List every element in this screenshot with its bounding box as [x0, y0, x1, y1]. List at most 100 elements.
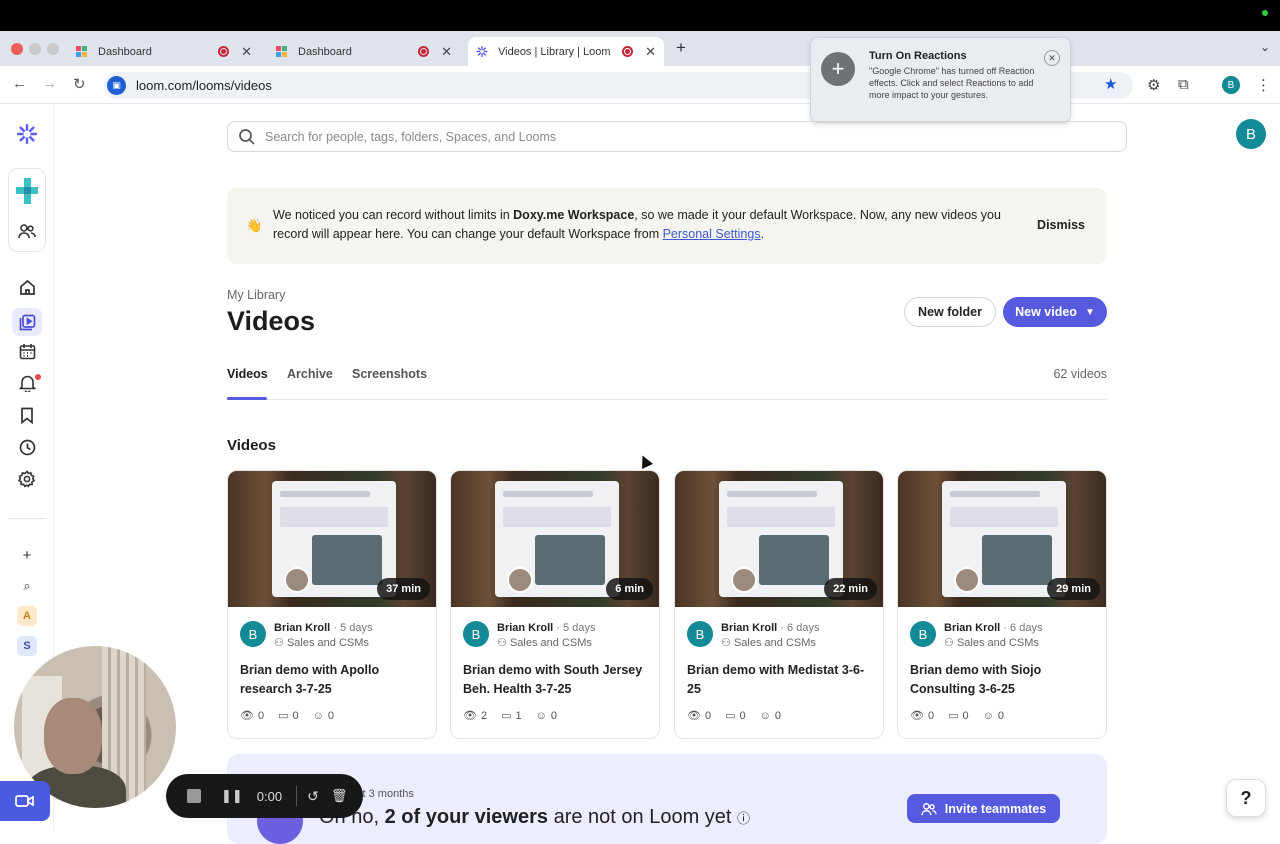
- author-avatar[interactable]: B: [910, 621, 936, 647]
- new-tab-button[interactable]: +: [676, 38, 686, 58]
- site-info-icon[interactable]: ▣: [107, 76, 126, 95]
- video-count: 62 videos: [1053, 367, 1107, 381]
- window-zoom-button[interactable]: [47, 43, 59, 55]
- space-label[interactable]: ⚇ Sales and CSMs: [274, 636, 369, 649]
- info-icon[interactable]: ⓘ: [737, 811, 750, 826]
- author-avatar[interactable]: B: [687, 621, 713, 647]
- section-heading: Videos: [227, 437, 276, 454]
- browser-tab-2[interactable]: Dashboard ✕: [268, 37, 460, 66]
- sidebar-divider: [8, 518, 46, 519]
- smiley-icon: ☺: [535, 709, 547, 722]
- space-label[interactable]: ⚇ Sales and CSMs: [497, 636, 592, 649]
- user-avatar[interactable]: B: [1236, 119, 1266, 149]
- promo-timeframe: st 3 months: [357, 788, 414, 800]
- tab-close-icon[interactable]: ✕: [441, 44, 452, 60]
- recording-indicator-icon: [418, 46, 430, 57]
- browser-profile-avatar[interactable]: B: [1222, 76, 1240, 94]
- video-title[interactable]: Brian demo with Medistat 3-6-25: [687, 661, 873, 699]
- window-close-button[interactable]: [11, 43, 23, 55]
- author-name[interactable]: Brian Kroll: [274, 622, 330, 634]
- space-label[interactable]: ⚇ Sales and CSMs: [944, 636, 1039, 649]
- bookmark-icon[interactable]: [16, 404, 38, 426]
- video-card[interactable]: 29 min B Brian Kroll · 6 days ⚇ Sales and C…: [897, 470, 1107, 739]
- search-spaces-icon[interactable]: ⌕: [16, 575, 38, 597]
- members-icon[interactable]: [16, 220, 38, 242]
- delete-recording-icon[interactable]: 🗑: [331, 788, 348, 804]
- system-menubar: [0, 0, 1280, 31]
- browser-menu-icon[interactable]: ⋮: [1256, 76, 1271, 94]
- restart-recording-icon[interactable]: ↺: [307, 788, 319, 805]
- video-title[interactable]: Brian demo with Apollo research 3-7-25: [240, 661, 426, 699]
- extension-gear-icon[interactable]: ⚙: [1147, 76, 1160, 94]
- video-stats: 👁 0 ▭ 0 ☺ 0: [240, 709, 334, 723]
- video-card[interactable]: 37 min B Brian Kroll · 5 days ⚇ Sales and C…: [227, 470, 437, 739]
- comment-icon: ▭: [725, 710, 736, 722]
- home-icon[interactable]: [16, 276, 38, 298]
- author-avatar[interactable]: B: [463, 621, 489, 647]
- video-title[interactable]: Brian demo with Siojo Consulting 3-6-25: [910, 661, 1096, 699]
- browser-tab-1[interactable]: Dashboard ✕: [68, 37, 260, 66]
- tab-screenshots[interactable]: Screenshots: [352, 367, 427, 381]
- history-clock-icon[interactable]: [16, 436, 38, 458]
- tab-search-chevron-icon[interactable]: ⌄: [1260, 40, 1270, 54]
- eye-icon: 👁: [240, 710, 254, 722]
- video-card[interactable]: 22 min B Brian Kroll · 6 days ⚇ Sales and C…: [674, 470, 884, 739]
- invite-teammates-button[interactable]: Invite teammates: [907, 794, 1060, 823]
- space-s-avatar[interactable]: S: [17, 636, 37, 656]
- author-avatar[interactable]: B: [240, 621, 266, 647]
- loom-logo-icon[interactable]: [16, 123, 38, 145]
- people-icon: ⚇: [497, 637, 507, 649]
- reactions-stat: ☺ 0: [312, 709, 334, 722]
- reactions-stat: ☺ 0: [982, 709, 1004, 722]
- library-search[interactable]: Search for people, tags, folders, Spaces…: [227, 121, 1127, 152]
- video-title[interactable]: Brian demo with South Jersey Beh. Health…: [463, 661, 649, 699]
- stop-recording-button[interactable]: [187, 789, 201, 803]
- tab-close-icon[interactable]: ✕: [645, 44, 656, 60]
- author-line: Brian Kroll · 5 days: [497, 622, 596, 634]
- video-thumbnail[interactable]: 29 min: [898, 471, 1106, 607]
- personal-settings-link[interactable]: Personal Settings: [663, 227, 761, 241]
- back-arrow-icon[interactable]: ←: [12, 75, 27, 92]
- video-thumbnail[interactable]: 22 min: [675, 471, 883, 607]
- new-folder-button[interactable]: New folder: [904, 297, 996, 327]
- author-name[interactable]: Brian Kroll: [497, 622, 553, 634]
- video-card[interactable]: 6 min B Brian Kroll · 5 days ⚇ Sales and CS…: [450, 470, 660, 739]
- author-name[interactable]: Brian Kroll: [944, 622, 1000, 634]
- views-stat: 👁 0: [240, 709, 265, 723]
- dismiss-button[interactable]: Dismiss: [1037, 218, 1085, 232]
- video-thumbnail[interactable]: 37 min: [228, 471, 436, 607]
- duration-badge: 6 min: [606, 578, 653, 600]
- window-minimize-button[interactable]: [29, 43, 41, 55]
- video-thumbnail[interactable]: 6 min: [451, 471, 659, 607]
- author-name[interactable]: Brian Kroll: [721, 622, 777, 634]
- bookmark-star-icon[interactable]: ★: [1104, 75, 1117, 93]
- notification-close-button[interactable]: ✕: [1044, 50, 1060, 66]
- banner-message: We noticed you can record without limits…: [273, 208, 1001, 241]
- library-icon[interactable]: [12, 308, 42, 336]
- forward-arrow-icon[interactable]: →: [42, 75, 57, 92]
- duration-badge: 22 min: [824, 578, 877, 600]
- library-tabs: Videos Archive Screenshots 62 videos: [227, 366, 1107, 400]
- space-label[interactable]: ⚇ Sales and CSMs: [721, 636, 816, 649]
- camera-toggle-button[interactable]: [0, 781, 50, 821]
- people-icon: [921, 802, 937, 815]
- space-a-avatar[interactable]: A: [17, 606, 37, 626]
- video-age: 6 days: [787, 622, 820, 634]
- pause-recording-button[interactable]: ❚❚: [221, 788, 243, 804]
- active-tab-indicator: [227, 397, 267, 400]
- browser-tab-3-active[interactable]: Videos | Library | Loom ✕: [468, 37, 664, 66]
- tab-close-icon[interactable]: ✕: [241, 44, 252, 60]
- recording-indicator-icon: [622, 46, 634, 57]
- notification-body: "Google Chrome" has turned off Reaction …: [869, 66, 1035, 100]
- tab-archive[interactable]: Archive: [287, 367, 333, 381]
- reload-icon[interactable]: ↻: [73, 75, 86, 93]
- settings-gear-icon[interactable]: [16, 468, 38, 490]
- calendar-icon[interactable]: [16, 340, 38, 362]
- new-video-button[interactable]: New video ▼: [1003, 297, 1107, 327]
- help-button[interactable]: ?: [1226, 779, 1266, 817]
- add-space-icon[interactable]: +: [16, 544, 38, 566]
- workspace-logo-icon[interactable]: [16, 178, 38, 204]
- extensions-puzzle-icon[interactable]: ⧉: [1178, 76, 1189, 93]
- breadcrumb[interactable]: My Library: [227, 288, 285, 302]
- tab-videos[interactable]: Videos: [227, 367, 268, 381]
